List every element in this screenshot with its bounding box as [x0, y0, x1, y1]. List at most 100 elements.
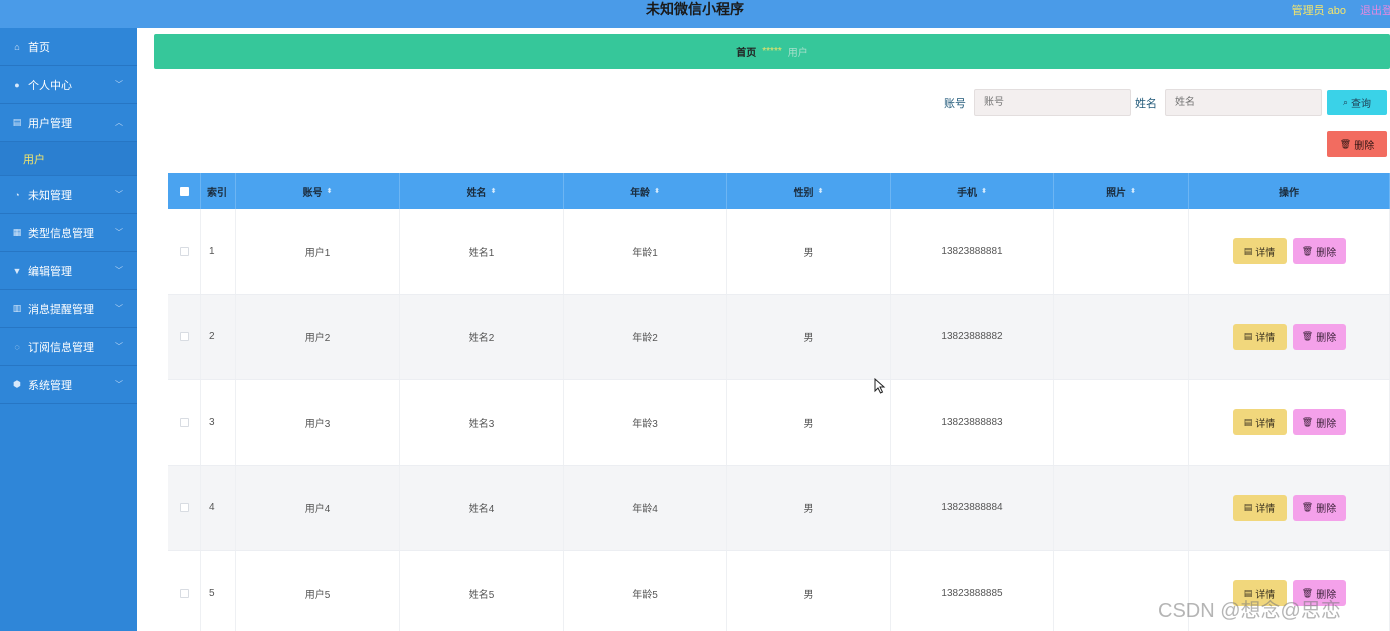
cell-phone: 13823888883	[891, 380, 1054, 465]
cell-index: 4	[201, 465, 236, 550]
column-header-1[interactable]: 账号 ⬍	[236, 173, 400, 209]
cell-photo	[1054, 465, 1189, 550]
sort-icon[interactable]: ⬍	[491, 187, 497, 195]
row-checkbox[interactable]	[179, 332, 189, 342]
sort-icon[interactable]: ⬍	[654, 187, 660, 195]
chevron-icon: ﹀	[115, 304, 123, 313]
column-header-6[interactable]: 照片 ⬍	[1054, 173, 1189, 209]
cell-account: 用户2	[236, 294, 400, 379]
document-icon: ▤	[1243, 331, 1253, 342]
sidebar-item-7[interactable]: ◌ 订阅信息管理 ﹀	[0, 328, 137, 366]
cell-gender: 男	[727, 209, 891, 294]
chevron-icon: ﹀	[115, 342, 123, 351]
sidebar-item-3[interactable]: ◔ 未知管理 ﹀	[0, 176, 137, 214]
detail-label: 详情	[1255, 504, 1276, 516]
column-header-label: 操作	[1279, 187, 1299, 199]
row-delete-button[interactable]: 🗑 删除	[1292, 238, 1346, 265]
detail-button[interactable]: ▤ 详情	[1232, 323, 1287, 350]
circle-icon: ◔	[14, 189, 20, 200]
sidebar-item-4[interactable]: ▦ 类型信息管理 ﹀	[0, 214, 137, 252]
cell-phone: 13823888882	[891, 294, 1054, 379]
cell-gender: 男	[727, 465, 891, 550]
cell-phone: 13823888885	[891, 551, 1054, 631]
cell-age: 年龄2	[564, 294, 727, 379]
sidebar-item-6[interactable]: ▥ 消息提醒管理 ﹀	[0, 290, 137, 328]
row-checkbox[interactable]	[179, 503, 189, 513]
sidebar-item-label: 订阅信息管理	[28, 341, 94, 354]
detail-button[interactable]: ▤ 详情	[1232, 494, 1287, 521]
table-row: 3 用户3 姓名3 年龄3 男 13823888883 ▤ 详情 🗑 删除	[168, 380, 1390, 466]
select-all-checkbox[interactable]	[179, 186, 189, 196]
sort-icon[interactable]: ⬍	[818, 187, 824, 195]
chevron-icon: ﹀	[115, 228, 123, 237]
column-header-2[interactable]: 姓名 ⬍	[400, 173, 564, 209]
sort-icon[interactable]: ⬍	[327, 187, 333, 195]
breadcrumb: 首页 ***** 用户	[154, 34, 1390, 69]
account-label: 账号	[944, 97, 966, 110]
column-header-4[interactable]: 性别 ⬍	[727, 173, 891, 209]
query-button[interactable]: ⌕ 查询	[1327, 90, 1387, 115]
cell-gender: 男	[727, 551, 891, 631]
detail-button[interactable]: ▤ 详情	[1232, 238, 1287, 265]
name-input[interactable]	[1165, 89, 1322, 116]
gear-icon: ⬢	[13, 379, 21, 389]
account-input[interactable]	[974, 89, 1131, 116]
cell-account: 用户1	[236, 209, 400, 294]
row-delete-button[interactable]: 🗑 删除	[1292, 323, 1346, 350]
table-row: 2 用户2 姓名2 年龄2 男 13823888882 ▤ 详情 🗑 删除	[168, 294, 1390, 380]
row-select-cell	[168, 551, 201, 631]
bar-chart-icon: ▥	[12, 303, 22, 313]
sidebar-subitem-user[interactable]: 用户	[0, 142, 137, 176]
row-select-cell	[168, 380, 201, 465]
breadcrumb-current: 用户	[787, 48, 808, 59]
trash-icon: 🗑	[1301, 502, 1314, 513]
column-header-5[interactable]: 手机 ⬍	[891, 173, 1054, 209]
cell-photo	[1054, 209, 1189, 294]
row-checkbox[interactable]	[179, 246, 189, 256]
row-select-cell	[168, 294, 201, 379]
row-delete-label: 删除	[1316, 418, 1337, 430]
column-header-3[interactable]: 年龄 ⬍	[564, 173, 727, 209]
sort-icon[interactable]: ⬍	[1130, 187, 1136, 195]
cell-age: 年龄1	[564, 209, 727, 294]
sidebar-item-0[interactable]: ⌂ 首页	[0, 28, 137, 66]
sidebar-item-label: 首页	[28, 41, 50, 54]
row-checkbox[interactable]	[179, 417, 189, 427]
cell-gender: 男	[727, 380, 891, 465]
sort-icon[interactable]: ⬍	[981, 187, 987, 195]
row-delete-label: 删除	[1316, 504, 1337, 516]
chevron-icon: ﹀	[115, 266, 123, 275]
row-delete-button[interactable]: 🗑 删除	[1292, 494, 1346, 521]
breadcrumb-home[interactable]: 首页	[736, 44, 756, 59]
document-icon: ▤	[1243, 502, 1253, 513]
column-header-label: 照片	[1106, 187, 1127, 199]
cell-name: 姓名3	[400, 380, 564, 465]
cell-photo	[1054, 294, 1189, 379]
sidebar-item-8[interactable]: ⬢ 系统管理 ﹀	[0, 366, 137, 404]
cell-actions: ▤ 详情 🗑 删除	[1189, 465, 1390, 550]
row-select-cell	[168, 465, 201, 550]
document-icon: ▤	[1243, 416, 1253, 427]
detail-button[interactable]: ▤ 详情	[1232, 409, 1287, 436]
row-delete-button[interactable]: 🗑 删除	[1292, 409, 1346, 436]
row-checkbox[interactable]	[179, 588, 189, 598]
table-row: 4 用户4 姓名4 年龄4 男 13823888884 ▤ 详情 🗑 删除	[168, 465, 1390, 551]
sidebar-item-1[interactable]: ● 个人中心 ﹀	[0, 66, 137, 104]
sidebar-item-5[interactable]: ▼ 编辑管理 ﹀	[0, 252, 137, 290]
row-delete-label: 删除	[1316, 247, 1337, 259]
sidebar-item-2[interactable]: ▤ 用户管理 ︿	[0, 104, 137, 142]
trash-icon: 🗑	[1301, 245, 1314, 256]
logout-link[interactable]: 退出登录	[1360, 2, 1390, 18]
user-table: 索引 账号 ⬍ 姓名 ⬍ 年龄 ⬍ 性别 ⬍ 手机 ⬍ 照片 ⬍ 操作 1 用户1 姓名1 年龄1 男 138238…	[168, 173, 1390, 631]
cell-account: 用户3	[236, 380, 400, 465]
detail-label: 详情	[1255, 247, 1276, 259]
cell-index: 2	[201, 294, 236, 379]
app-title: 未知微信小程序	[646, 1, 744, 17]
column-header-label: 姓名	[466, 187, 487, 199]
column-header-label: 账号	[302, 187, 323, 199]
sidebar-item-label: 编辑管理	[28, 265, 72, 278]
cell-index: 1	[201, 209, 236, 294]
cell-photo	[1054, 380, 1189, 465]
cell-account: 用户4	[236, 465, 400, 550]
batch-delete-button[interactable]: 🗑 删除	[1327, 131, 1387, 157]
